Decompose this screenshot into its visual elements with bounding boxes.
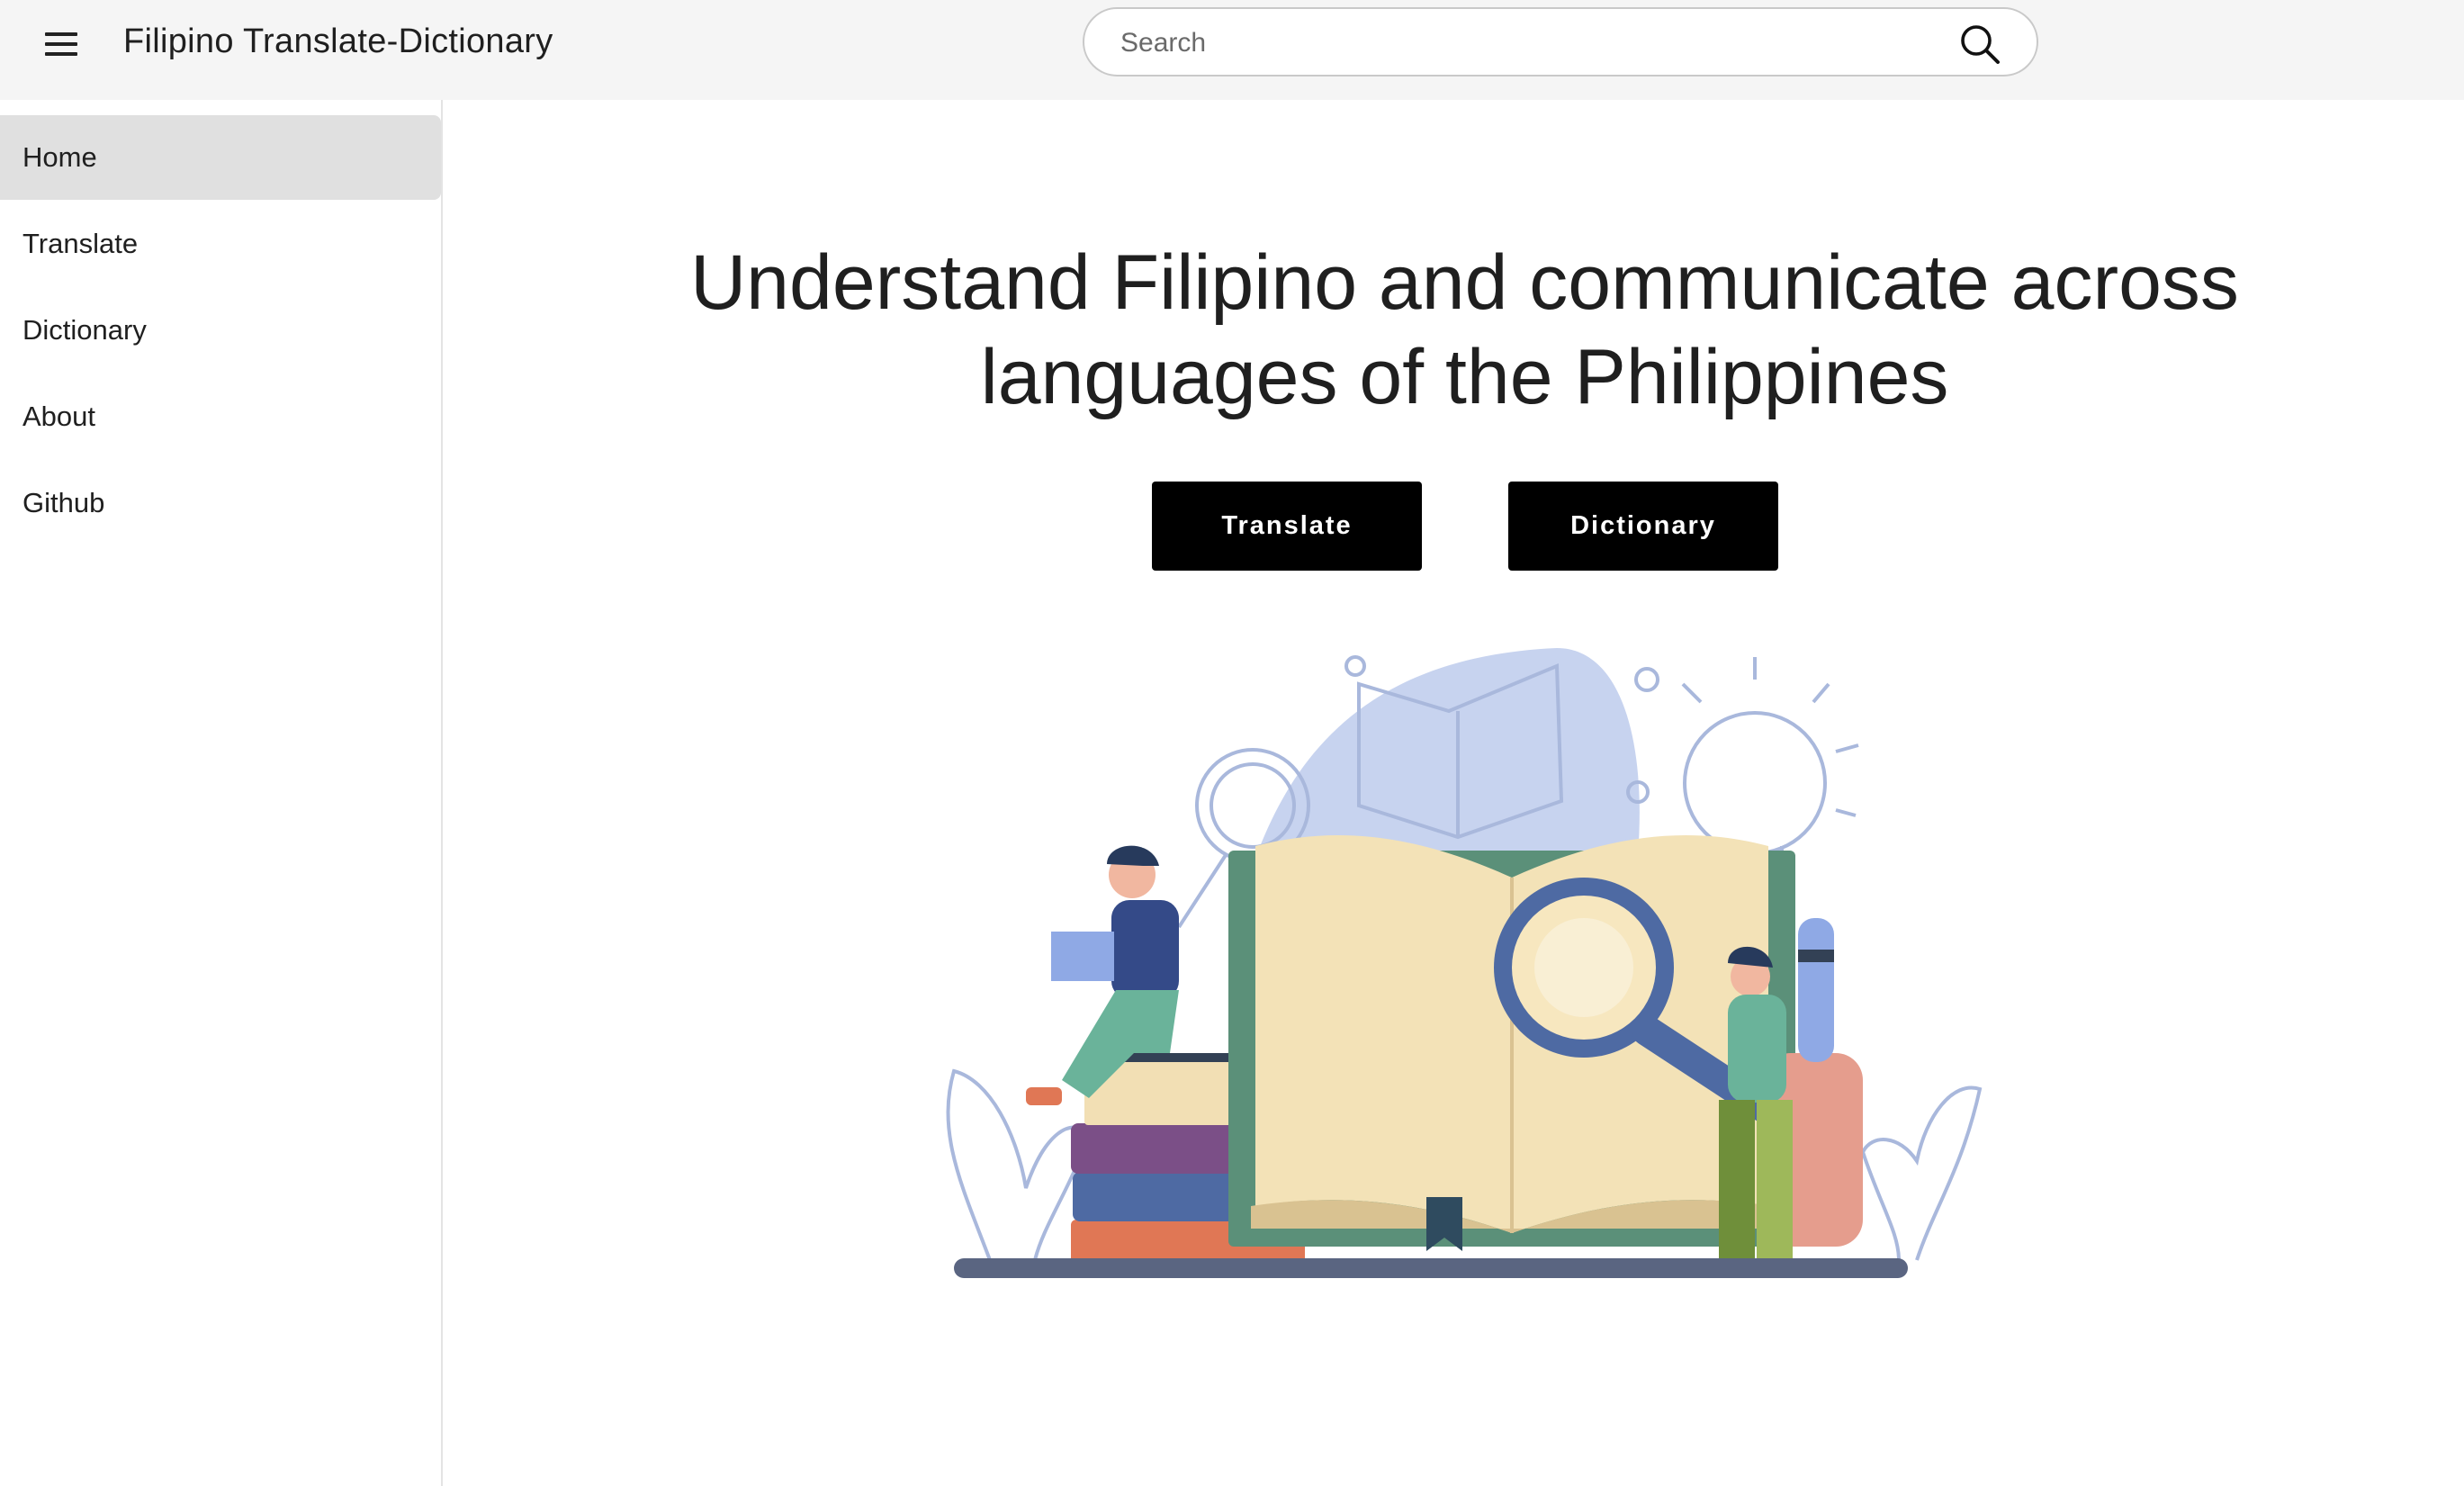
hero-headline-line-2: languages of the Philippines xyxy=(980,334,1949,420)
hero-headline: Understand Filipino and communicate acro… xyxy=(585,236,2344,425)
sidebar-item-label: Github xyxy=(22,487,105,518)
sidebar-item-home[interactable]: Home xyxy=(0,115,441,200)
sidebar-item-label: Home xyxy=(22,141,97,173)
app-bar: Filipino Translate-Dictionary xyxy=(0,0,2464,100)
sidebar-item-github[interactable]: Github xyxy=(0,461,441,545)
hero-headline-line-1: Understand Filipino and communicate acro… xyxy=(690,239,2239,326)
dictionary-button[interactable]: Dictionary xyxy=(1508,482,1778,571)
sidebar-item-translate[interactable]: Translate xyxy=(0,202,441,286)
open-book-study-illustration xyxy=(946,648,1983,1278)
sidebar-item-dictionary[interactable]: Dictionary xyxy=(0,288,441,373)
sidebar-item-about[interactable]: About xyxy=(0,374,441,459)
sidebar-item-label: About xyxy=(22,401,96,432)
search-input[interactable] xyxy=(1119,22,1932,65)
sidebar-item-label: Translate xyxy=(22,228,139,259)
hamburger-menu-icon[interactable] xyxy=(45,25,86,63)
sidebar-nav: Home Translate Dictionary About Github xyxy=(0,100,443,1486)
sidebar-item-label: Dictionary xyxy=(22,314,147,346)
search-icon[interactable] xyxy=(1959,23,2001,65)
translate-button[interactable]: Translate xyxy=(1152,482,1422,571)
search-bar xyxy=(1083,7,2038,77)
app-title: Filipino Translate-Dictionary xyxy=(123,23,553,60)
